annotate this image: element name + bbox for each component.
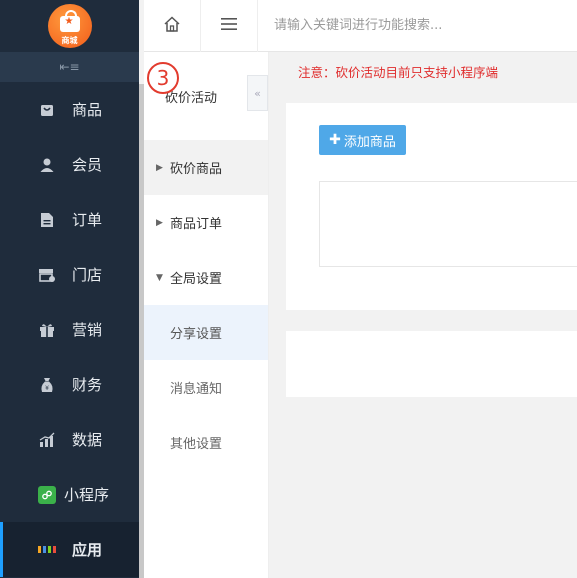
sidebar-item-label: 营销 [72, 321, 103, 339]
goods-card: ✚ 添加商品 [286, 103, 577, 310]
goods-table [319, 181, 577, 267]
document-icon [38, 211, 56, 229]
main-sidebar: 商城 ⇤≡ 商品 会员 订单 门店 营销 ¥ [0, 0, 139, 578]
sidebar-item-orders[interactable]: 订单 [0, 192, 139, 247]
function-search-input[interactable] [274, 5, 577, 46]
goods-bag-icon [38, 101, 56, 119]
sidebar-collapse-toggle[interactable]: ⇤≡ [0, 52, 139, 82]
sidebar-item-apps[interactable]: 应用 [0, 522, 139, 577]
hamburger-menu-icon [220, 17, 238, 35]
secondary-card [286, 331, 577, 397]
sidebar-item-label: 会员 [72, 156, 103, 174]
secondary-menu-header: 3 砍价活动 « [144, 52, 268, 140]
annotation-number-badge: 3 [147, 62, 179, 94]
sidebar-item-label: 数据 [72, 431, 103, 449]
submenu-item-share-settings[interactable]: 分享设置 [144, 305, 268, 360]
shop-logo[interactable]: 商城 [47, 4, 92, 48]
sidebar-item-members[interactable]: 会员 [0, 137, 139, 192]
logo-text: 商城 [61, 36, 78, 45]
gift-icon [38, 321, 56, 339]
caret-down-icon: ▼ [156, 272, 163, 283]
submenu-item-label: 分享设置 [170, 327, 223, 342]
submenu-item-label: 消息通知 [170, 382, 223, 397]
sidebar-item-label: 商品 [72, 101, 103, 119]
apps-grid-icon [38, 541, 56, 559]
submenu-item-global-settings[interactable]: ▼ 全局设置 [144, 250, 268, 305]
double-chevron-left-icon: « [254, 86, 261, 100]
sidebar-item-data[interactable]: 数据 [0, 412, 139, 467]
user-icon [38, 156, 56, 174]
sidebar-item-label: 小程序 [64, 486, 110, 504]
sidebar-item-label: 财务 [72, 376, 103, 394]
sidebar-item-marketing[interactable]: 营销 [0, 302, 139, 357]
submenu-item-label: 全局设置 [170, 272, 223, 287]
mini-program-icon [38, 485, 56, 504]
submenu-item-notifications[interactable]: 消息通知 [144, 360, 268, 415]
sidebar-item-label: 门店 [72, 266, 103, 284]
caret-right-icon: ▶ [156, 162, 163, 173]
submenu-item-label: 商品订单 [170, 217, 223, 232]
home-icon [163, 15, 181, 37]
top-bar [144, 0, 577, 52]
secondary-menu: 3 砍价活动 « ▶ 砍价商品 ▶ 商品订单 ▼ 全局设置 分享设置 消息通知 … [144, 52, 269, 578]
bar-chart-icon [38, 431, 56, 449]
plus-icon: ✚ [329, 132, 341, 148]
sidebar-item-label: 应用 [72, 541, 103, 559]
sidebar-item-finance[interactable]: ¥ 财务 [0, 357, 139, 412]
caret-right-icon: ▶ [156, 217, 163, 228]
add-goods-button-label: 添加商品 [343, 134, 396, 150]
shopping-bag-icon [59, 10, 80, 32]
sidebar-item-stores[interactable]: 门店 [0, 247, 139, 302]
logo-area: 商城 [0, 0, 139, 52]
add-goods-button[interactable]: ✚ 添加商品 [319, 125, 406, 155]
submenu-item-other-settings[interactable]: 其他设置 [144, 415, 268, 470]
submenu-item-goods-orders[interactable]: ▶ 商品订单 [144, 195, 268, 250]
submenu-item-bargain-goods[interactable]: ▶ 砍价商品 [144, 140, 268, 195]
home-button[interactable] [144, 0, 201, 52]
menu-toggle-button[interactable] [201, 0, 258, 52]
svg-text:¥: ¥ [45, 385, 49, 392]
collapse-left-icon: ⇤≡ [59, 60, 80, 74]
submenu-item-label: 砍价商品 [170, 162, 223, 177]
mini-program-notice: 注意：砍价活动目前只支持小程序端 [298, 65, 499, 80]
submenu-item-label: 其他设置 [170, 437, 223, 452]
sidebar-item-mini-program[interactable]: 小程序 [0, 467, 139, 522]
money-bag-icon: ¥ [38, 376, 56, 394]
sidebar-item-goods[interactable]: 商品 [0, 82, 139, 137]
sidebar-item-label: 订单 [72, 211, 103, 229]
store-icon [38, 266, 56, 284]
submenu-collapse-button[interactable]: « [247, 75, 268, 111]
